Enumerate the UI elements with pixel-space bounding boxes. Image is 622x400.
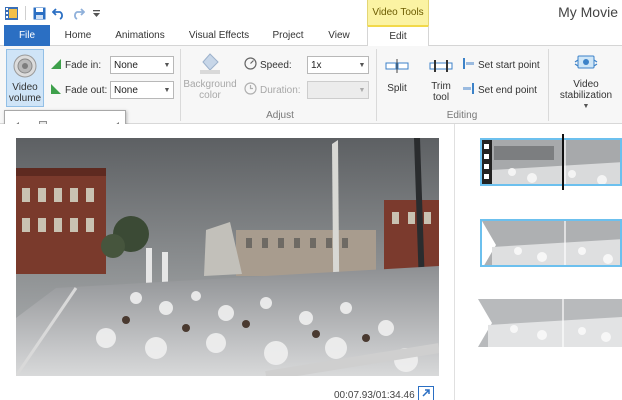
clip-thumbnail — [482, 140, 620, 184]
fade-out-select[interactable]: None ▼ — [110, 81, 174, 99]
fade-in-label: Fade in: — [65, 59, 102, 71]
clip-thumbnail — [478, 299, 622, 347]
tab-home[interactable]: Home — [55, 25, 101, 46]
preview-pane: 00:07.93/01:34.46 — [0, 124, 455, 400]
video-preview[interactable] — [16, 138, 439, 376]
playback-time: 00:07.93/01:34.46 — [334, 390, 415, 400]
split-icon — [384, 56, 410, 79]
video-tools-context-label: Video Tools — [367, 0, 429, 25]
duration-label: Duration: — [260, 84, 301, 96]
storyboard-playhead[interactable] — [562, 134, 564, 190]
group-divider — [376, 49, 377, 121]
speaker-icon — [12, 53, 38, 82]
set-start-point-button[interactable]: Set start point — [462, 56, 540, 74]
title-bar: Video Tools My Movie — [0, 0, 622, 25]
fade-in-value: None — [114, 59, 138, 71]
video-frame-image — [16, 138, 439, 376]
tab-animations[interactable]: Animations — [106, 25, 174, 46]
video-stabilization-button[interactable]: Video stabilization ▼ — [553, 50, 619, 110]
tab-file[interactable]: File — [4, 25, 50, 46]
storyboard — [456, 124, 622, 400]
clip-thumbnail — [482, 221, 620, 265]
storyboard-clip[interactable] — [480, 138, 622, 186]
trim-icon — [428, 56, 454, 79]
set-end-point-button[interactable]: Set end point — [462, 81, 537, 99]
editing-group-label: Editing — [446, 110, 478, 121]
window-title: My Movie — [558, 4, 618, 20]
background-color-button[interactable]: Background color — [182, 50, 238, 106]
split-button[interactable]: Split — [380, 56, 414, 106]
storyboard-clip[interactable] — [478, 299, 622, 347]
duration-select[interactable]: ▼ — [307, 81, 369, 99]
fade-out-control: Fade out: — [50, 81, 107, 99]
set-start-label: Set start point — [478, 59, 540, 71]
video-stabilization-label: Video stabilization — [559, 79, 613, 101]
customize-qat-icon[interactable] — [89, 6, 104, 21]
speed-select[interactable]: 1x ▼ — [307, 56, 369, 74]
set-start-icon — [462, 57, 475, 73]
group-divider — [180, 49, 181, 121]
tab-edit[interactable]: Edit — [367, 25, 429, 47]
qat-divider — [25, 6, 26, 20]
trim-tool-label: Trim tool — [431, 81, 451, 103]
speed-control: Speed: — [244, 56, 292, 74]
chevron-down-icon: ▼ — [582, 103, 590, 110]
fade-out-value: None — [114, 84, 138, 96]
set-end-label: Set end point — [478, 84, 537, 96]
fade-out-label: Fade out: — [65, 84, 108, 96]
duration-control: Duration: — [244, 81, 301, 99]
paint-bucket-icon — [197, 50, 223, 79]
fade-in-select[interactable]: None ▼ — [110, 56, 174, 74]
save-icon[interactable] — [32, 6, 47, 21]
expand-preview-button[interactable] — [418, 386, 434, 400]
chevron-down-icon: ▼ — [358, 86, 366, 94]
fade-in-control: Fade in: — [50, 56, 101, 74]
set-end-icon — [462, 82, 475, 98]
expand-icon — [421, 388, 431, 400]
chevron-down-icon: ▼ — [163, 61, 171, 69]
adjust-group-label: Adjust — [266, 110, 294, 121]
tab-project[interactable]: Project — [263, 25, 313, 46]
chevron-down-icon: ▼ — [358, 61, 366, 69]
split-label: Split — [387, 83, 407, 94]
ribbon-tabs: File Home Animations Visual Effects Proj… — [0, 25, 622, 47]
trim-tool-button[interactable]: Trim tool — [424, 56, 458, 106]
video-volume-label: Video volume — [8, 82, 42, 104]
chevron-down-icon: ▼ — [163, 86, 171, 94]
speed-icon — [244, 57, 257, 73]
tab-visual-effects[interactable]: Visual Effects — [180, 25, 258, 46]
tab-view[interactable]: View — [318, 25, 360, 46]
video-volume-button[interactable]: Video volume — [6, 49, 44, 107]
redo-icon[interactable] — [70, 6, 85, 21]
fade-out-icon — [50, 83, 62, 98]
undo-icon[interactable] — [51, 6, 66, 21]
speed-value: 1x — [311, 59, 322, 71]
speed-label: Speed: — [260, 59, 292, 71]
stabilization-icon — [573, 50, 599, 79]
background-color-label: Background color — [183, 79, 237, 101]
film-app-icon — [4, 6, 19, 21]
quick-access-toolbar — [4, 4, 104, 22]
group-divider — [548, 49, 549, 121]
fade-in-icon — [50, 58, 62, 73]
storyboard-clip[interactable] — [480, 219, 622, 267]
duration-icon — [244, 82, 257, 98]
